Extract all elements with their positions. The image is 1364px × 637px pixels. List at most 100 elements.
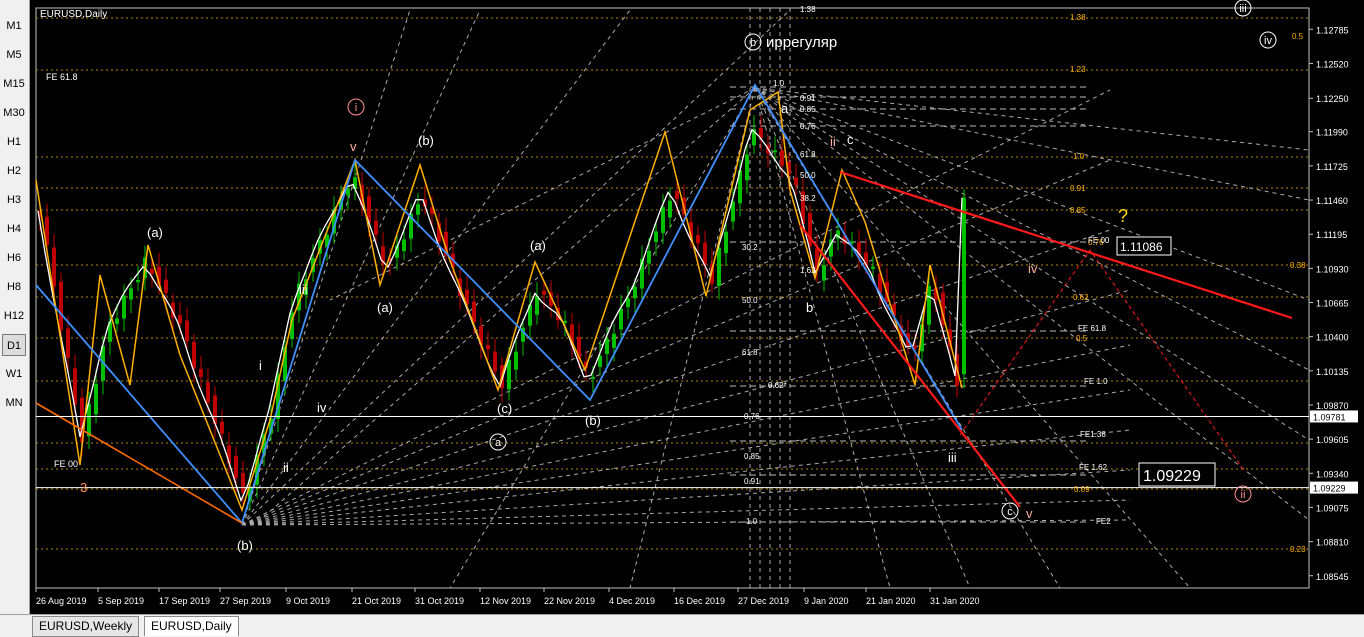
fib-label: 0.23 [1290,545,1306,554]
timeframe-m30[interactable]: M30 [2,102,26,124]
fib-label: 1.38 [800,5,816,14]
fe-label: FE 00 [1088,236,1110,245]
fib-label: 38.2 [800,194,816,203]
x-tick-label: 5 Sep 2019 [98,596,144,606]
candle-body [696,235,700,244]
candle-body [178,315,182,324]
candle-body [717,247,721,286]
y-tick-label: 1.11195 [1316,230,1347,240]
candle-body [374,220,378,235]
x-tick-label: 27 Sep 2019 [220,596,271,606]
wave-label: iv [317,400,327,415]
candle-body [206,382,210,403]
y-tick-label: 1.11990 [1316,128,1348,138]
wave-label: b [806,300,813,315]
candle-body [129,288,133,300]
timeframe-m1[interactable]: M1 [2,15,26,37]
y-tick-label: 1.11460 [1316,196,1348,206]
fan-line [241,499,1131,526]
wave-label: ii [830,134,836,149]
fib-label: 0.85 [800,105,816,114]
timeframe-d1[interactable]: D1 [2,334,26,356]
timeframe-h12[interactable]: H12 [2,305,26,327]
fib-label: 30.2 [742,243,758,252]
candle-body [472,301,476,323]
candle-body [241,473,245,493]
candle-body [136,279,140,283]
fib-label: 0.5 [1292,32,1304,41]
timeframe-h4[interactable]: H4 [2,218,26,240]
candle-body [535,295,539,315]
candle-body [199,368,203,377]
x-tick-label: 31 Jan 2020 [930,596,980,606]
wave-label: (b) [418,133,434,148]
tab-weekly[interactable]: EURUSD,Weekly [32,616,140,637]
y-tick-label: 1.12785 [1316,25,1349,35]
wave-label: a [781,101,789,116]
candle-body [185,320,189,342]
fib-label: 0.91 [800,94,816,103]
timeframe-h3[interactable]: H3 [2,189,26,211]
price-chart[interactable]: 1.12785 1.12520 1.12250 1.11990 1.11725 1.114… [30,0,1364,614]
circled-label: b [750,37,756,49]
candle-body [668,200,672,218]
candle-body [724,231,728,254]
fib-label: 0.5 [1076,334,1088,343]
timeframe-mn[interactable]: MN [2,392,26,414]
candle-body [654,231,658,242]
candle-body [59,281,63,331]
candle-body [542,290,546,295]
fe-label: FE2 [1096,517,1111,526]
y-tick-label: 1.09870 [1316,401,1349,411]
circled-label: iv [1264,35,1272,47]
fe-label: FE1.38 [1080,430,1106,439]
fan-line [754,87,1310,521]
chart-area[interactable]: 1.12785 1.12520 1.12250 1.11990 1.11725 1.114… [30,0,1364,614]
x-tick-label: 31 Oct 2019 [415,596,464,606]
price-box-label: 1.11086 [1120,240,1163,254]
candle-body [52,247,56,287]
fib-label: 0.76 [800,122,816,131]
wave-label: v [1026,506,1033,521]
fan-line [241,389,1131,526]
wave-label: v [350,139,357,154]
circled-label: ii [1241,489,1246,501]
tab-daily[interactable]: EURUSD,Daily [144,616,239,636]
timeframe-h6[interactable]: H6 [2,247,26,269]
x-tick-label: 4 Dec 2019 [609,596,655,606]
x-tick-label: 16 Dec 2019 [674,596,725,606]
fan-line [241,9,411,526]
candle-body [514,351,518,370]
timeframe-h8[interactable]: H8 [2,276,26,298]
annotation-fe: FE 61.8 [46,72,78,82]
candle-body [507,360,511,390]
fan-line [754,87,891,589]
fe-label: FE 61.8 [1078,324,1107,333]
candle-body [416,204,420,215]
candle-body [150,268,154,274]
candle-body [192,341,196,369]
fe-label: FE 1.62 [1079,463,1108,472]
x-tick-label: 27 Dec 2019 [738,596,789,606]
fib-label: 0.91 [1070,184,1086,193]
candle-body [745,154,749,181]
fib-label: 1.62 [800,266,816,275]
candle-body [661,207,665,233]
x-tick-label: 12 Nov 2019 [480,596,531,606]
timeframe-m15[interactable]: M15 [2,73,26,95]
candle-body [794,177,798,186]
timeframe-h2[interactable]: H2 [2,160,26,182]
chart-title: EURUSD,Daily [40,9,107,20]
x-tick-label: 17 Sep 2019 [159,596,210,606]
timeframe-w1[interactable]: W1 [2,363,26,385]
current-price-label: 1.09781 [1313,412,1346,422]
candle-body [626,298,630,308]
trend-line-red [799,224,1021,508]
fan-line [241,9,791,526]
y-tick-label: 1.11725 [1316,162,1348,172]
timeframe-h1[interactable]: H1 [2,131,26,153]
timeframe-m5[interactable]: M5 [2,44,26,66]
candle-body [962,197,966,375]
y-tick-label: 1.10930 [1316,264,1349,274]
candle-body [780,150,784,166]
